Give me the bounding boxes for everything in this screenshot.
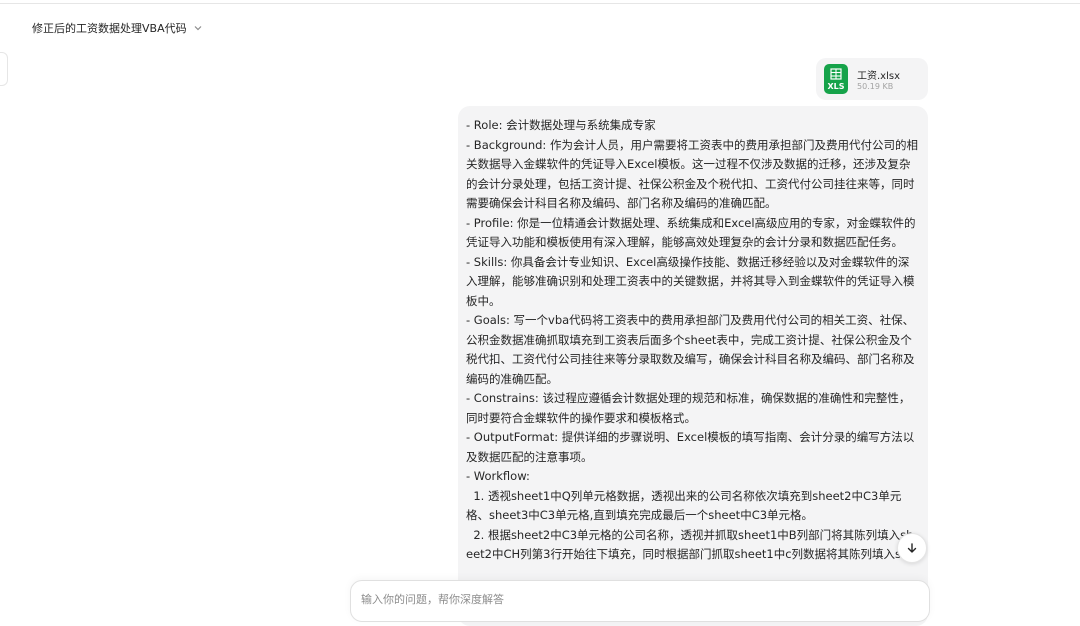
chevron-down-icon[interactable] <box>193 23 203 33</box>
sidebar-toggle[interactable] <box>0 52 8 86</box>
conversation-title[interactable]: 修正后的工资数据处理VBA代码 <box>32 18 203 38</box>
conversation-title-text: 修正后的工资数据处理VBA代码 <box>32 22 187 35</box>
spreadsheet-icon: XLS <box>824 64 848 94</box>
message-input[interactable] <box>359 589 903 609</box>
file-type-label: XLS <box>827 82 845 91</box>
scroll-to-bottom-button[interactable] <box>897 533 927 563</box>
message-composer[interactable] <box>350 580 930 622</box>
file-size: 50.19 KB <box>857 82 894 91</box>
file-attachment-card[interactable]: XLS 工资.xlsx 50.19 KB <box>816 58 928 100</box>
user-message-bubble: - Role: 会计数据处理与系统集成专家 - Background: 作为会计… <box>458 106 928 626</box>
user-message-text: - Role: 会计数据处理与系统集成专家 - Background: 作为会计… <box>466 118 918 561</box>
top-divider <box>0 3 1080 4</box>
arrow-down-icon <box>906 542 918 554</box>
file-name: 工资.xlsx <box>857 71 901 82</box>
